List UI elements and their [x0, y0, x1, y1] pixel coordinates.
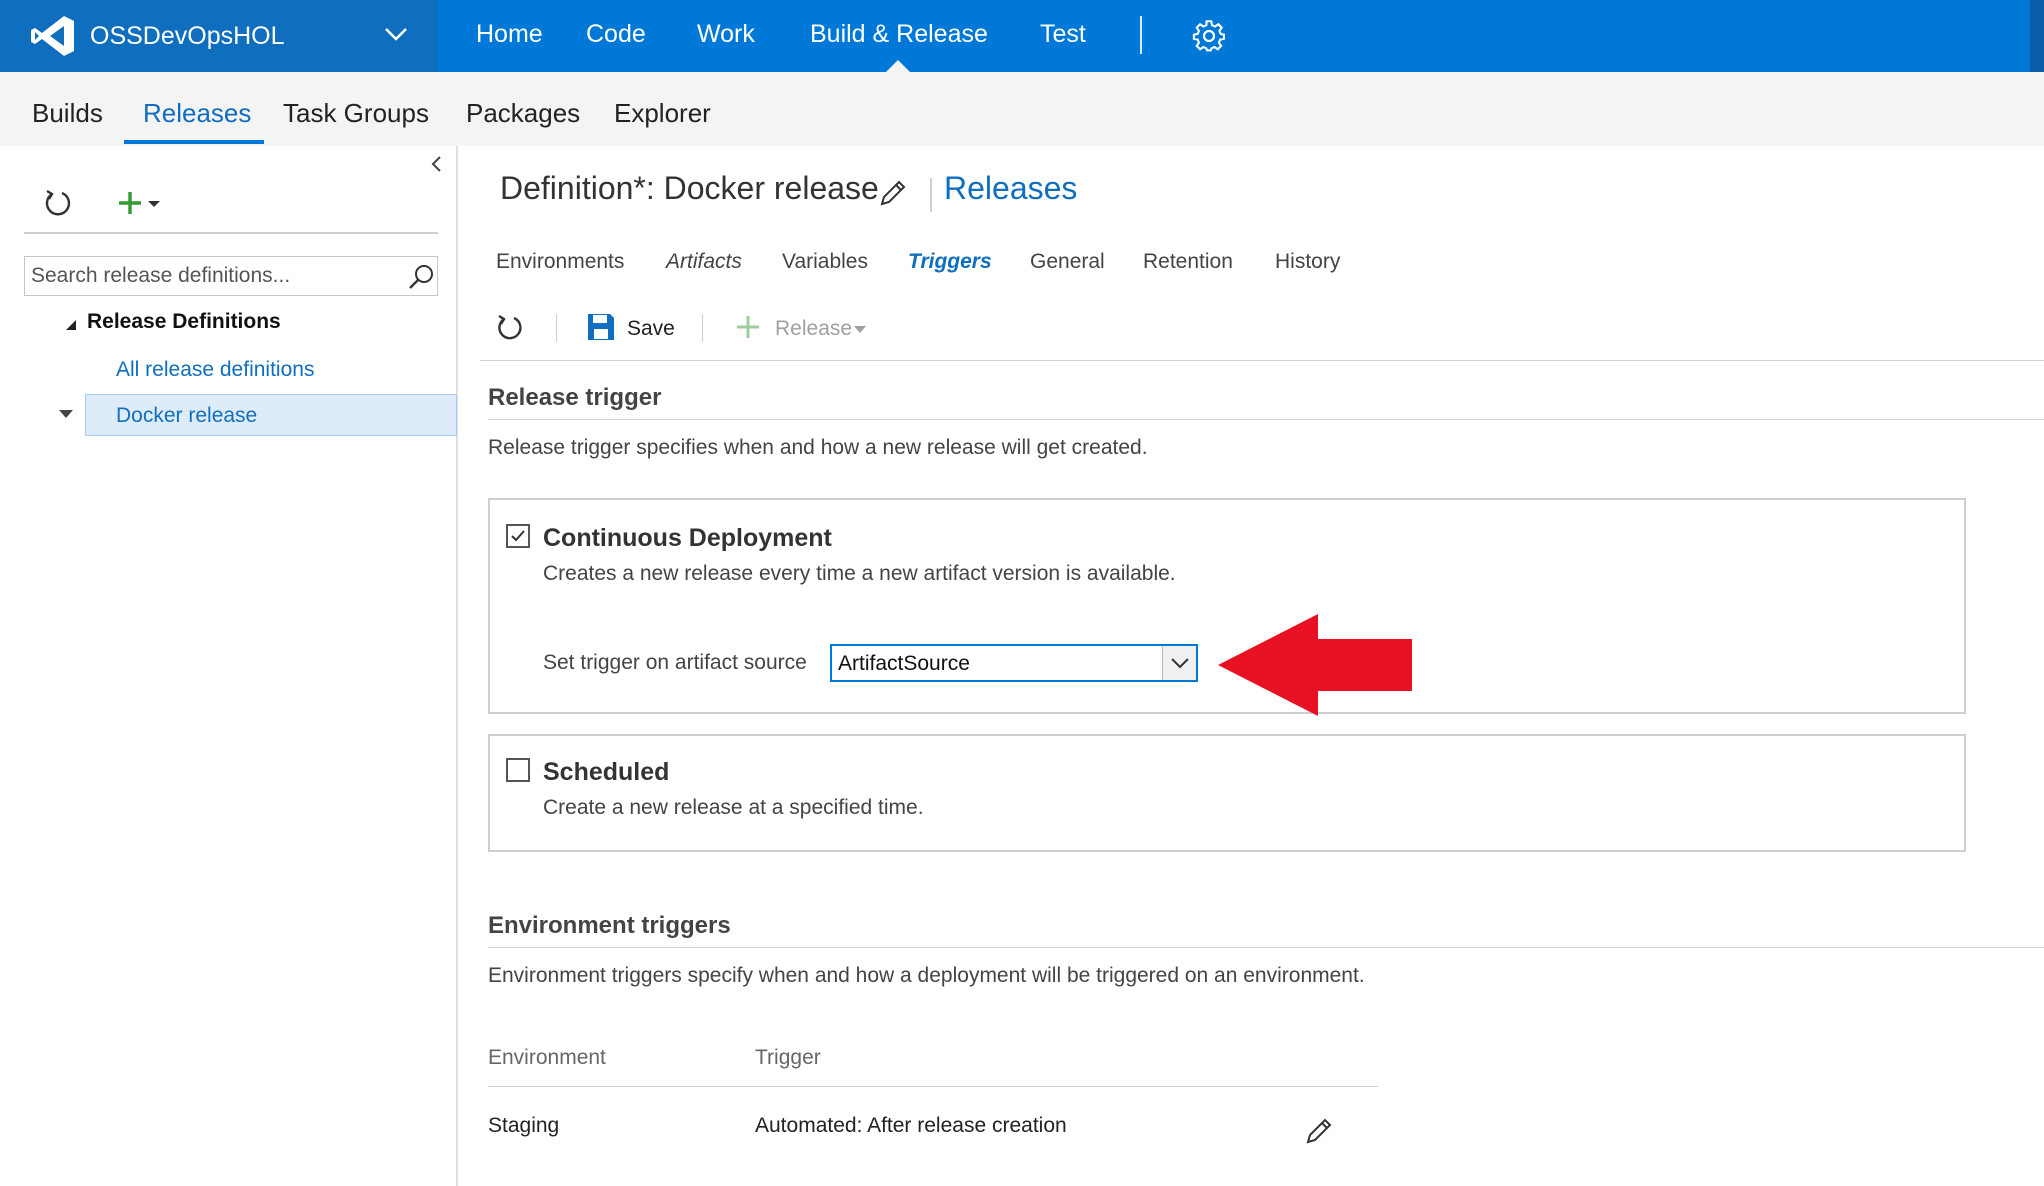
add-definition-icon[interactable]	[118, 186, 174, 220]
release-trigger-description: Release trigger specifies when and how a…	[488, 436, 1148, 459]
top-nav-build-release[interactable]: Build & Release	[810, 20, 988, 49]
scheduled-title: Scheduled	[543, 758, 670, 786]
environment-triggers-description: Environment triggers specify when and ho…	[488, 964, 1365, 987]
refresh-icon[interactable]	[495, 312, 525, 344]
checkmark-icon	[511, 530, 525, 542]
account-name: OSSDevOpsHOL	[90, 22, 285, 50]
tree-item-all-definitions[interactable]: All release definitions	[116, 358, 314, 382]
release-button[interactable]: Release	[775, 317, 852, 341]
scheduled-description: Create a new release at a specified time…	[543, 796, 924, 819]
toolbar-divider	[702, 314, 703, 342]
page-title: Definition*: Docker release	[500, 170, 879, 206]
release-trigger-heading: Release trigger	[488, 384, 662, 411]
dropdown-button[interactable]	[1162, 646, 1196, 680]
chevron-left-icon[interactable]	[426, 152, 446, 176]
gear-icon[interactable]	[1192, 19, 1226, 53]
account-switcher[interactable]: OSSDevOpsHOL	[0, 0, 438, 72]
search-input[interactable]	[31, 261, 391, 291]
column-header-environment: Environment	[488, 1046, 606, 1069]
scheduled-checkbox[interactable]	[506, 758, 530, 782]
top-nav-home[interactable]: Home	[476, 20, 543, 49]
table-cell-environment: Staging	[488, 1114, 560, 1137]
chevron-down-icon	[1171, 658, 1189, 669]
caret-down-icon[interactable]	[58, 408, 74, 420]
artifact-source-value: ArtifactSource	[838, 652, 970, 675]
active-tab-underline	[124, 140, 264, 144]
caret-down-icon	[854, 326, 866, 333]
top-nav-test[interactable]: Test	[1040, 20, 1086, 49]
section-divider	[488, 419, 2044, 420]
save-button[interactable]: Save	[627, 317, 675, 341]
sub-nav-releases[interactable]: Releases	[143, 98, 251, 129]
definitions-panel: Release Definitions All release definiti…	[0, 146, 458, 1186]
visual-studio-logo-icon	[31, 16, 74, 56]
environment-triggers-heading: Environment triggers	[488, 912, 731, 939]
column-header-trigger: Trigger	[755, 1046, 821, 1069]
top-nav-divider	[1140, 16, 1142, 54]
tree-item-docker-release[interactable]: Docker release	[116, 404, 257, 428]
chevron-down-icon[interactable]	[382, 20, 410, 48]
continuous-deployment-title: Continuous Deployment	[543, 524, 832, 552]
sub-nav-bar: Builds Releases Task Groups Packages Exp…	[0, 72, 2044, 146]
artifact-source-label: Set trigger on artifact source	[543, 651, 807, 674]
tab-history[interactable]: History	[1275, 250, 1340, 274]
annotation-arrow	[1218, 614, 1412, 716]
tab-variables[interactable]: Variables	[782, 250, 868, 274]
top-nav-bar: OSSDevOpsHOL Home Code Work Build & Rele…	[0, 0, 2044, 72]
sub-nav-packages[interactable]: Packages	[466, 98, 580, 129]
refresh-icon[interactable]	[42, 186, 74, 220]
table-header-divider	[488, 1086, 1378, 1087]
artifact-source-select[interactable]: ArtifactSource	[830, 644, 1198, 682]
search-box	[24, 256, 438, 296]
sub-nav-builds[interactable]: Builds	[32, 98, 103, 129]
tab-environments[interactable]: Environments	[496, 250, 624, 274]
pencil-icon[interactable]	[1304, 1116, 1334, 1146]
plus-icon	[737, 316, 759, 338]
table-cell-trigger: Automated: After release creation	[755, 1114, 1067, 1137]
releases-link[interactable]: Releases	[944, 170, 1077, 207]
tab-triggers[interactable]: Triggers	[908, 250, 992, 274]
tree-root-release-definitions[interactable]: Release Definitions	[87, 310, 281, 334]
save-icon[interactable]	[586, 312, 616, 342]
section-divider	[488, 947, 2044, 948]
top-nav-work[interactable]: Work	[697, 20, 755, 49]
top-nav-code[interactable]: Code	[586, 20, 646, 49]
pencil-icon[interactable]	[878, 178, 908, 208]
sub-nav-explorer[interactable]: Explorer	[614, 98, 711, 129]
active-nav-caret	[886, 60, 910, 72]
toolbar-divider-line	[480, 360, 2044, 361]
expanded-triangle-icon[interactable]	[64, 318, 78, 332]
toolbar-divider	[556, 314, 557, 342]
tab-retention[interactable]: Retention	[1143, 250, 1233, 274]
panel-divider	[24, 232, 438, 234]
sub-nav-task-groups[interactable]: Task Groups	[283, 98, 429, 129]
scheduled-card	[488, 734, 1966, 852]
search-icon[interactable]	[407, 263, 435, 291]
continuous-deployment-description: Creates a new release every time a new a…	[543, 562, 1176, 585]
continuous-deployment-checkbox[interactable]	[506, 524, 530, 548]
tab-general[interactable]: General	[1030, 250, 1105, 274]
tab-artifacts[interactable]: Artifacts	[666, 250, 742, 274]
scrollbar[interactable]	[2030, 0, 2044, 72]
title-divider	[930, 178, 932, 212]
